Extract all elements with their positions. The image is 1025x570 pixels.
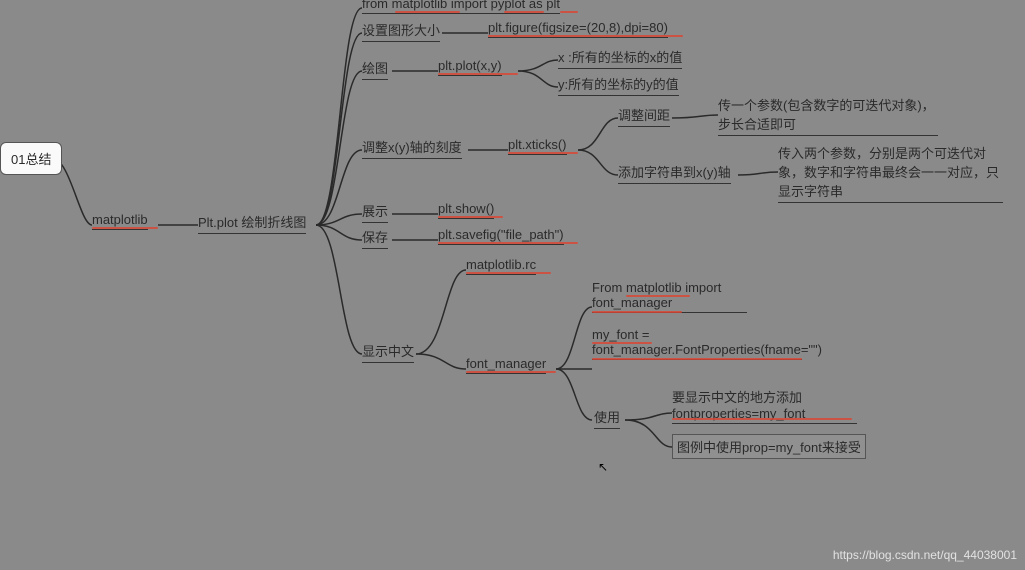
spellcheck-underline xyxy=(466,272,551,274)
label-import: from matplotlib import pyplot as plt xyxy=(362,0,560,11)
node-chinese[interactable]: 显示中文 xyxy=(362,341,414,363)
label-draw-code: plt.plot(x,y) xyxy=(438,58,502,73)
node-save[interactable]: 保存 xyxy=(362,227,388,249)
node-plt-plot[interactable]: Plt.plot 绘制折线图 xyxy=(198,212,306,234)
spellcheck-underline xyxy=(504,11,544,13)
label-show: 展示 xyxy=(362,204,388,219)
spellcheck-underline xyxy=(560,11,578,13)
mouse-cursor-icon: ↖ xyxy=(598,460,608,474)
node-fm-use[interactable]: 使用 xyxy=(594,407,620,429)
node-strings[interactable]: 添加字符串到x(y)轴 xyxy=(618,162,731,184)
node-figsize[interactable]: 设置图形大小 xyxy=(362,20,440,42)
label-figsize-code: plt.figure(figsize=(20,8),dpi=80) xyxy=(488,20,668,35)
root-label: 01总结 xyxy=(11,152,51,167)
label-strings-desc: 传入两个参数，分别是两个可迭代对象，数字和字符串最终会一一对应，只显示字符串 xyxy=(778,146,999,199)
spellcheck-underline xyxy=(438,73,518,75)
spellcheck-underline xyxy=(626,295,690,297)
node-spacing-desc[interactable]: 传一个参数(包含数字的可迭代对象)，步长合适即可 xyxy=(718,95,938,136)
spellcheck-underline xyxy=(438,242,578,244)
label-strings: 添加字符串到x(y)轴 xyxy=(618,165,731,180)
spellcheck-underline xyxy=(438,216,503,218)
label-fm-use: 使用 xyxy=(594,410,620,425)
node-spacing[interactable]: 调整间距 xyxy=(618,105,670,127)
label-spacing-desc: 传一个参数(包含数字的可迭代对象)，步长合适即可 xyxy=(718,98,935,132)
spellcheck-underline xyxy=(672,418,852,420)
label-use-desc1: 要显示中文的地方添加fontproperties=my_font xyxy=(672,390,805,421)
spellcheck-underline xyxy=(395,11,460,13)
label-plt-plot: Plt.plot 绘制折线图 xyxy=(198,215,306,230)
label-rc: matplotlib.rc xyxy=(466,257,536,272)
label-save-code: plt.savefig("file_path") xyxy=(438,227,564,242)
node-draw[interactable]: 绘图 xyxy=(362,58,388,80)
spellcheck-underline xyxy=(92,227,158,229)
node-x-desc[interactable]: x :所有的坐标的x的值 xyxy=(558,47,682,69)
spellcheck-underline xyxy=(466,371,556,373)
label-matplotlib: matplotlib xyxy=(92,212,148,227)
watermark-text: https://blog.csdn.net/qq_44038001 xyxy=(833,548,1017,562)
watermark-label: https://blog.csdn.net/qq_44038001 xyxy=(833,548,1017,562)
spellcheck-underline xyxy=(592,342,652,344)
node-ticks[interactable]: 调整x(y)轴的刻度 xyxy=(362,137,462,159)
label-draw: 绘图 xyxy=(362,61,388,76)
label-spacing: 调整间距 xyxy=(618,108,670,123)
label-ticks-code: plt.xticks() xyxy=(508,137,567,152)
node-show[interactable]: 展示 xyxy=(362,201,388,223)
spellcheck-underline xyxy=(488,35,683,37)
spellcheck-underline xyxy=(592,358,802,360)
label-save: 保存 xyxy=(362,230,388,245)
spellcheck-underline xyxy=(508,152,578,154)
label-y-desc: y:所有的坐标的y的值 xyxy=(558,77,679,92)
mindmap-connectors xyxy=(0,0,1025,570)
label-ticks: 调整x(y)轴的刻度 xyxy=(362,140,462,155)
label-use-desc2: 图例中使用prop=my_font来接受 xyxy=(677,440,861,455)
node-strings-desc[interactable]: 传入两个参数，分别是两个可迭代对象，数字和字符串最终会一一对应，只显示字符串 xyxy=(778,143,1003,203)
label-x-desc: x :所有的坐标的x的值 xyxy=(558,50,682,65)
spellcheck-underline xyxy=(592,311,682,313)
node-use-desc2[interactable]: 图例中使用prop=my_font来接受 xyxy=(672,434,866,459)
label-show-code: plt.show() xyxy=(438,201,494,216)
node-y-desc[interactable]: y:所有的坐标的y的值 xyxy=(558,74,679,96)
label-chinese: 显示中文 xyxy=(362,344,414,359)
label-font-manager: font_manager xyxy=(466,356,546,371)
root-node[interactable]: 01总结 xyxy=(0,142,62,175)
label-figsize: 设置图形大小 xyxy=(362,23,440,38)
